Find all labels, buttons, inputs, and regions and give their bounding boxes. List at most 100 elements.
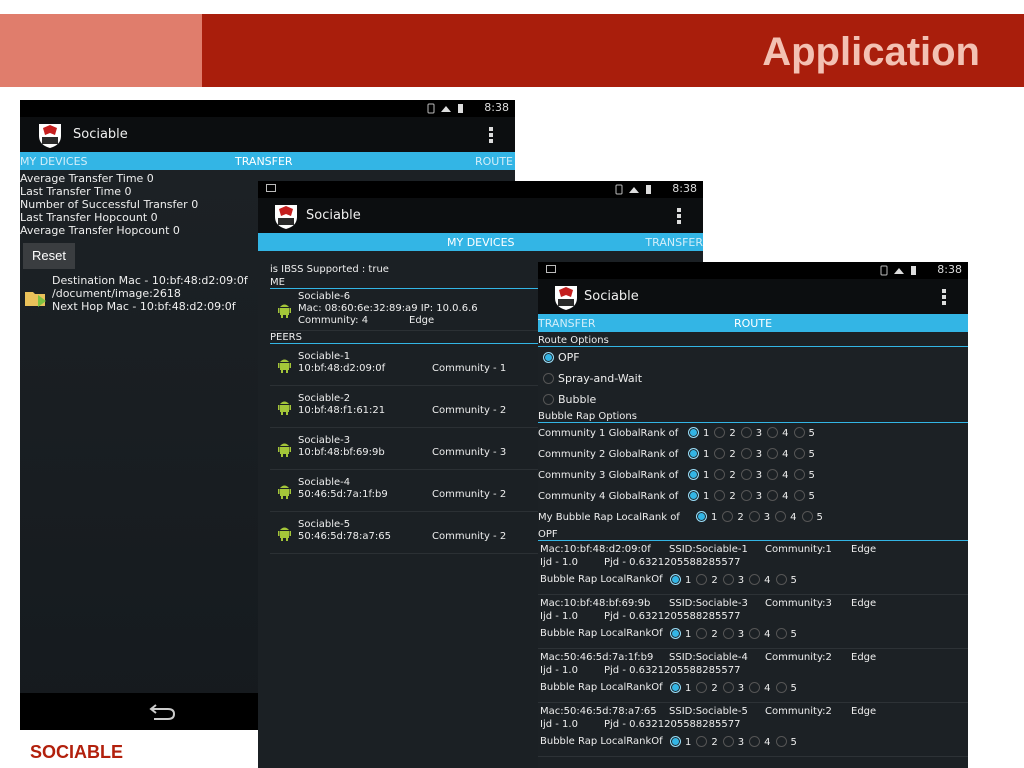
tab-route[interactable]: ROUTE xyxy=(475,155,513,168)
rank-value: 1 xyxy=(703,491,710,502)
rank-radio-2[interactable] xyxy=(696,628,708,639)
rank-radio-3[interactable] xyxy=(740,490,752,501)
rank-value: 3 xyxy=(755,491,763,502)
rank-radio-5[interactable] xyxy=(801,511,813,522)
tab-transfer[interactable]: TRANSFER xyxy=(538,317,596,330)
rank-radio-5[interactable] xyxy=(793,448,805,459)
rank-radio-4[interactable] xyxy=(767,469,779,480)
transfer-item[interactable]: Destination Mac - 10:bf:48:d2:09:0f /doc… xyxy=(52,274,248,313)
opf-ijd: Ijd - 1.0 xyxy=(540,719,578,730)
rank-radio-3[interactable] xyxy=(740,469,752,480)
rank-radio-3[interactable] xyxy=(748,511,760,522)
rank-radio-group: 1 2 3 4 5 xyxy=(670,736,802,748)
rank-radio-1[interactable] xyxy=(688,448,699,459)
rank-radio-1[interactable] xyxy=(688,469,699,480)
opf-ssid: SSID:Sociable-3 xyxy=(669,598,748,609)
rank-radio-5[interactable] xyxy=(793,469,805,480)
status-bar: 8:38 xyxy=(258,181,703,198)
radio-button[interactable] xyxy=(543,352,554,363)
tab-route[interactable]: ROUTE xyxy=(734,317,772,330)
rank-radio-2[interactable] xyxy=(696,682,708,693)
opf-ijd: Ijd - 1.0 xyxy=(540,557,578,568)
overflow-menu-icon[interactable] xyxy=(942,289,946,305)
rank-radio-3[interactable] xyxy=(722,682,734,693)
overflow-menu-icon[interactable] xyxy=(677,208,681,224)
peer-name: Sociable-2 xyxy=(298,393,351,404)
opf-ssid: SSID:Sociable-1 xyxy=(669,544,748,555)
rank-radio-group: 1 2 3 4 5 xyxy=(688,423,820,444)
opf-edge: Edge xyxy=(851,598,877,609)
rank-radio-5[interactable] xyxy=(775,736,787,747)
rank-radio-4[interactable] xyxy=(767,490,779,501)
rank-value: 1 xyxy=(703,428,710,439)
rank-value: 1 xyxy=(685,629,692,640)
peer-mac: 10:bf:48:bf:69:9b xyxy=(298,447,385,458)
radio-button[interactable] xyxy=(543,394,554,405)
rank-radio-2[interactable] xyxy=(714,490,726,501)
rank-radio-2[interactable] xyxy=(696,736,708,747)
rank-radio-3[interactable] xyxy=(740,448,752,459)
route-option-bubble[interactable]: Bubble xyxy=(538,389,968,410)
rank-radio-5[interactable] xyxy=(775,628,787,639)
rank-radio-2[interactable] xyxy=(714,469,726,480)
rank-radio-2[interactable] xyxy=(714,427,726,438)
opf-community: Community:3 xyxy=(765,598,832,609)
route-options-header: Route Options xyxy=(538,334,968,347)
rank-radio-4[interactable] xyxy=(749,628,761,639)
rank-radio-2[interactable] xyxy=(696,574,708,585)
transfer-next-hop: Next Hop Mac - 10:bf:48:d2:09:0f xyxy=(52,300,236,313)
peer-name: Sociable-4 xyxy=(298,477,351,488)
tab-transfer[interactable]: TRANSFER xyxy=(645,236,703,249)
rank-radio-5[interactable] xyxy=(793,427,805,438)
rank-radio-1[interactable] xyxy=(670,736,681,747)
rank-value: 1 xyxy=(711,512,718,523)
status-icons xyxy=(880,265,916,276)
opf-header: OPF xyxy=(538,528,968,541)
rank-radio-3[interactable] xyxy=(722,628,734,639)
rank-radio-4[interactable] xyxy=(749,574,761,585)
tab-my-devices[interactable]: MY DEVICES xyxy=(447,236,515,249)
radio-button[interactable] xyxy=(543,373,554,384)
reset-button[interactable]: Reset xyxy=(23,243,75,269)
opf-local-rank-label: Bubble Rap LocalRankOf xyxy=(540,628,663,639)
status-icons xyxy=(427,103,463,114)
rank-radio-5[interactable] xyxy=(775,574,787,585)
transfer-path: /document/image:2618 xyxy=(52,287,181,300)
rank-radio-group: 1 2 3 4 5 xyxy=(688,465,820,486)
android-icon xyxy=(278,443,291,457)
rank-radio-4[interactable] xyxy=(767,427,779,438)
rank-radio-3[interactable] xyxy=(722,574,734,585)
rank-radio-1[interactable] xyxy=(696,511,707,522)
rank-radio-4[interactable] xyxy=(749,736,761,747)
rank-value: 5 xyxy=(808,470,815,481)
rank-value: 2 xyxy=(711,629,718,640)
opf-row: Mac:10:bf:48:d2:09:0f SSID:Sociable-1 Comm… xyxy=(538,541,968,595)
rank-radio-4[interactable] xyxy=(749,682,761,693)
rank-radio-2[interactable] xyxy=(722,511,734,522)
rank-radio-4[interactable] xyxy=(775,511,787,522)
overflow-menu-icon[interactable] xyxy=(489,127,493,143)
tab-transfer[interactable]: TRANSFER xyxy=(235,155,293,168)
tab-my-devices[interactable]: MY DEVICES xyxy=(20,155,88,168)
rank-radio-1[interactable] xyxy=(670,574,681,585)
rank-radio-5[interactable] xyxy=(793,490,805,501)
rank-value: 4 xyxy=(764,575,771,586)
peer-mac: 10:bf:48:f1:61:21 xyxy=(298,405,386,416)
rank-radio-1[interactable] xyxy=(670,628,681,639)
stat-success-count: Number of Successful Transfer 0 xyxy=(20,198,199,211)
rank-radio-3[interactable] xyxy=(740,427,752,438)
opf-community: Community:1 xyxy=(765,544,832,555)
bubble-rank-row: My Bubble Rap LocalRank of 1 2 3 4 5 xyxy=(538,507,968,528)
rank-radio-3[interactable] xyxy=(722,736,734,747)
rank-radio-5[interactable] xyxy=(775,682,787,693)
stat-last-time: Last Transfer Time 0 xyxy=(20,185,132,198)
rank-radio-2[interactable] xyxy=(714,448,726,459)
rank-radio-1[interactable] xyxy=(670,682,681,693)
rank-radio-4[interactable] xyxy=(767,448,779,459)
back-arrow-icon[interactable] xyxy=(148,703,178,721)
opf-community: Community:2 xyxy=(765,652,832,663)
rank-radio-1[interactable] xyxy=(688,490,699,501)
route-option-spray-and-wait[interactable]: Spray-and-Wait xyxy=(538,368,968,389)
rank-radio-1[interactable] xyxy=(688,427,699,438)
route-option-opf[interactable]: OPF xyxy=(538,347,968,368)
